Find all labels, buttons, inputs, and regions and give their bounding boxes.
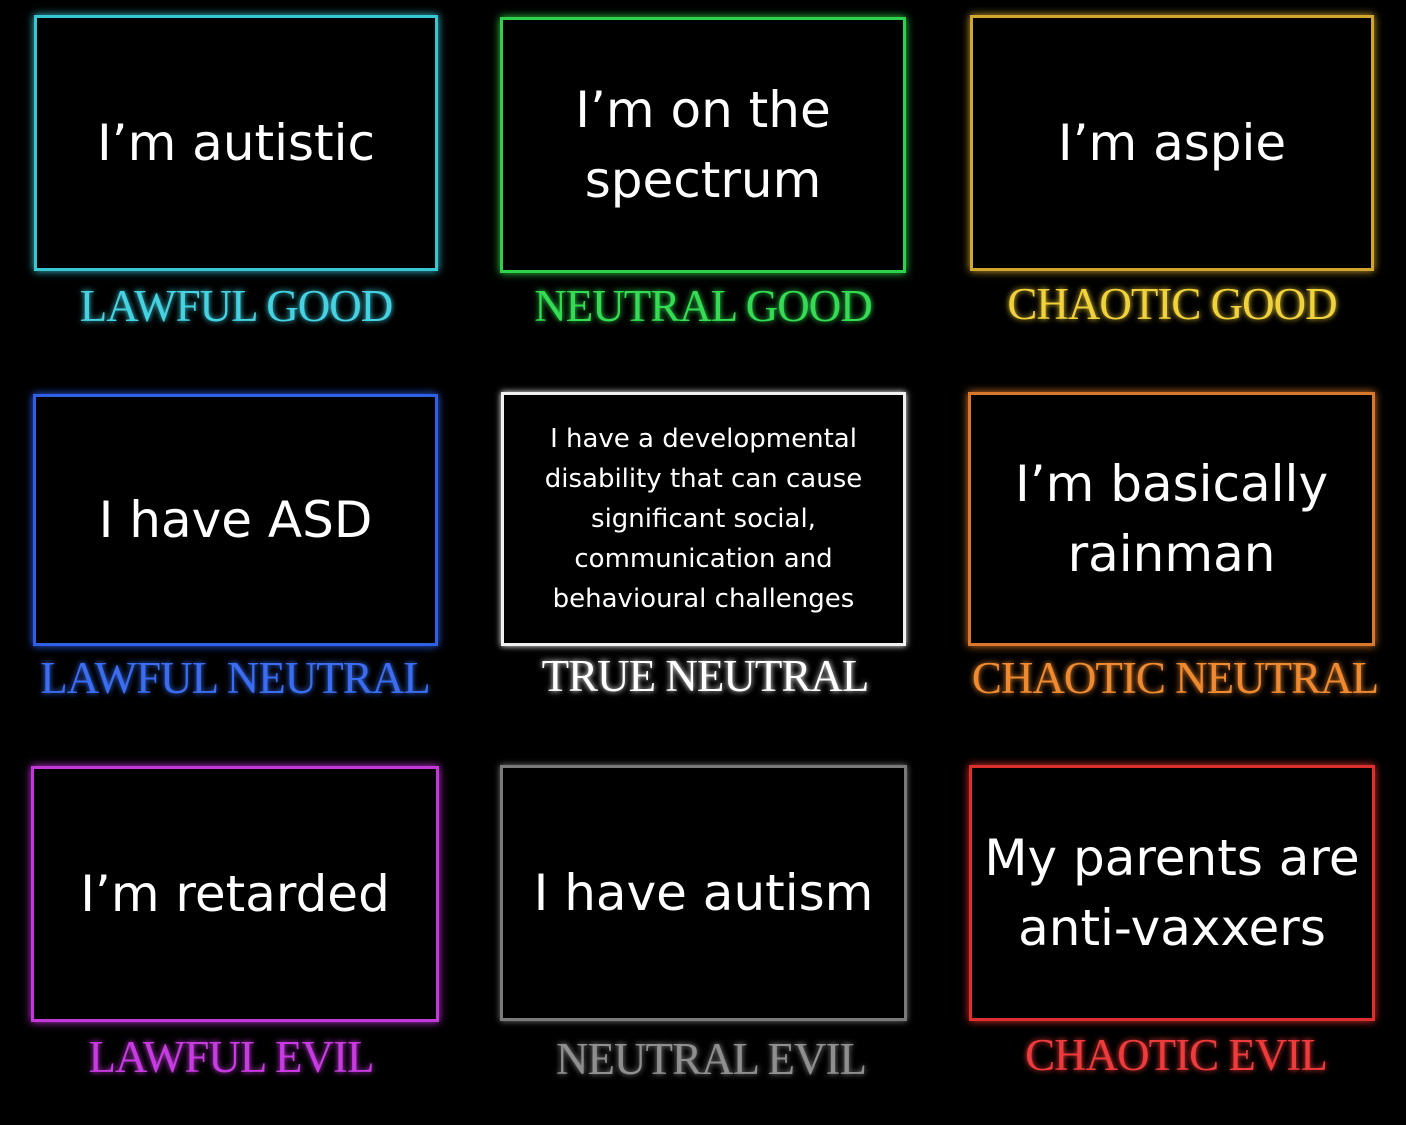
alignment-label-chaotic-evil: CHAOTIC EVIL — [1025, 1030, 1328, 1080]
alignment-box-chaotic-evil: My parents are anti-vaxxers — [969, 765, 1375, 1021]
box-text: I have a developmental disability that c… — [544, 424, 863, 614]
alignment-label-lawful-neutral: LAWFUL NEUTRAL — [40, 653, 430, 703]
box-text: I’m aspie — [1057, 114, 1287, 172]
alignment-label-true-neutral: TRUE NEUTRAL — [541, 651, 870, 701]
box-text: I have autism — [533, 864, 874, 922]
box-text: I’m autistic — [96, 114, 376, 172]
alignment-box-lawful-good: I’m autistic — [34, 15, 438, 271]
box-text: My parents are anti-vaxxers — [984, 829, 1360, 957]
alignment-box-true-neutral: I have a developmental disability that c… — [501, 392, 906, 646]
alignment-label-neutral-evil: NEUTRAL EVIL — [555, 1034, 867, 1084]
alignment-label-lawful-evil: LAWFUL EVIL — [88, 1032, 375, 1082]
alignment-label-lawful-good: LAWFUL GOOD — [79, 281, 393, 331]
alignment-box-lawful-neutral: I have ASD — [33, 394, 438, 646]
alignment-box-lawful-evil: I’m retarded — [31, 766, 439, 1022]
box-text: I have ASD — [98, 491, 373, 549]
box-text: I’m basically rainman — [1014, 455, 1329, 583]
alignment-label-chaotic-neutral: CHAOTIC NEUTRAL — [971, 653, 1379, 703]
alignment-box-chaotic-neutral: I’m basically rainman — [968, 392, 1375, 646]
box-text: I’m retarded — [80, 865, 390, 923]
alignment-box-neutral-evil: I have autism — [500, 765, 907, 1021]
alignment-box-chaotic-good: I’m aspie — [970, 15, 1374, 271]
alignment-label-neutral-good: NEUTRAL GOOD — [534, 281, 873, 331]
box-text: I’m on the spectrum — [575, 81, 831, 209]
alignment-box-neutral-good: I’m on the spectrum — [500, 17, 906, 273]
alignment-label-chaotic-good: CHAOTIC GOOD — [1007, 279, 1337, 329]
